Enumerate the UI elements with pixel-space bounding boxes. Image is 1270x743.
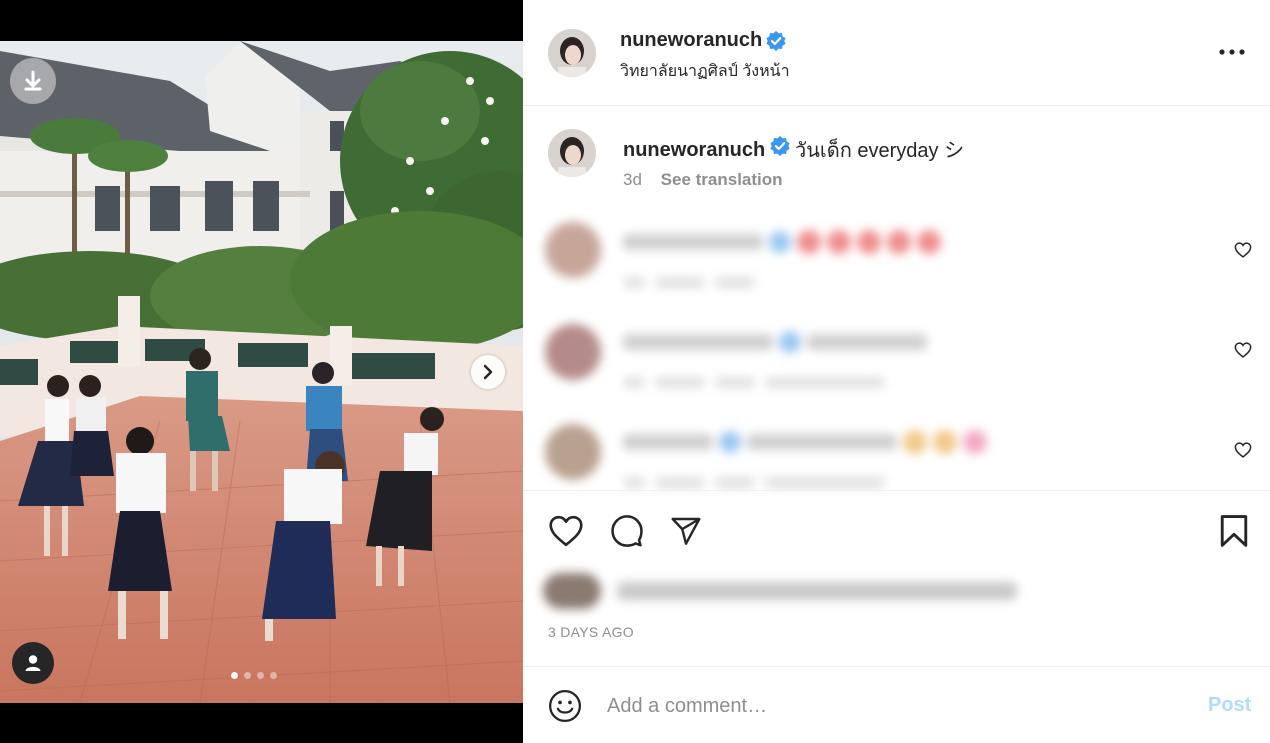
post-side-panel: nuneworanuch วิทยาลัยนาฏศิลป์ วังหน้า nu… <box>523 0 1270 743</box>
caption-author-avatar[interactable] <box>548 129 596 177</box>
download-button[interactable] <box>10 58 56 104</box>
author-username[interactable]: nuneworanuch <box>620 29 762 52</box>
caption-time[interactable]: 3d <box>623 170 642 189</box>
comment-avatar[interactable] <box>545 222 601 278</box>
smile-icon <box>548 689 582 723</box>
bookmark-button[interactable] <box>1214 511 1254 551</box>
share-button[interactable] <box>666 511 706 551</box>
more-icon <box>1219 49 1245 55</box>
add-comment-bar: Post <box>523 666 1270 743</box>
heart-icon <box>1234 442 1252 458</box>
heart-icon <box>549 515 583 547</box>
bookmark-icon <box>1220 515 1248 547</box>
verified-icon <box>766 31 786 51</box>
caption-text: วันเด็ก everyday シ <box>795 140 965 162</box>
tagged-users-button[interactable] <box>12 642 54 684</box>
post-location[interactable]: วิทยาลัยนาฏศิลป์ วังหน้า <box>620 59 790 84</box>
caption-username[interactable]: nuneworanuch <box>623 139 765 162</box>
download-icon <box>24 70 42 91</box>
posted-time[interactable]: 3 DAYS AGO <box>548 624 634 640</box>
liked-by-text[interactable] <box>617 582 1017 600</box>
media-pane <box>0 0 523 743</box>
post-comment-button[interactable]: Post <box>1208 694 1251 717</box>
share-icon <box>671 517 701 545</box>
comment-like-button[interactable] <box>1232 439 1254 461</box>
liked-by-blurred <box>543 571 1017 611</box>
comment-like-button[interactable] <box>1232 239 1254 261</box>
heart-icon <box>1234 342 1252 358</box>
author-avatar[interactable] <box>548 29 596 77</box>
comments-list <box>523 206 1270 490</box>
post-photo[interactable] <box>0 41 523 703</box>
carousel-dot <box>270 672 277 679</box>
post-caption: nuneworanuch วันเด็ก everyday シ 3d See t… <box>523 106 1270 206</box>
carousel-dot <box>231 672 238 679</box>
heart-icon <box>1234 242 1252 258</box>
comment-button[interactable] <box>607 511 647 551</box>
carousel-dot <box>244 672 251 679</box>
caption-meta: 3d See translation <box>623 170 783 190</box>
carousel-indicators <box>231 672 277 679</box>
post-actions: 3 DAYS AGO <box>523 490 1270 666</box>
comment-input[interactable] <box>607 689 1167 723</box>
carousel-dot <box>257 672 264 679</box>
comment-avatar[interactable] <box>545 324 601 380</box>
chevron-right-icon <box>483 364 493 380</box>
comment-item <box>523 306 1270 406</box>
liked-by-avatars[interactable] <box>543 573 601 609</box>
post-header: nuneworanuch วิทยาลัยนาฏศิลป์ วังหน้า <box>523 0 1270 106</box>
carousel-next-button[interactable] <box>471 355 505 389</box>
emoji-picker-button[interactable] <box>548 689 582 723</box>
comment-item <box>523 206 1270 306</box>
comment-like-button[interactable] <box>1232 339 1254 361</box>
like-button[interactable] <box>546 511 586 551</box>
see-translation-button[interactable]: See translation <box>661 170 783 189</box>
verified-icon <box>770 136 790 156</box>
comment-icon <box>611 515 643 547</box>
more-options-button[interactable] <box>1217 40 1247 64</box>
user-tag-icon <box>25 655 41 671</box>
comment-avatar[interactable] <box>545 424 601 480</box>
